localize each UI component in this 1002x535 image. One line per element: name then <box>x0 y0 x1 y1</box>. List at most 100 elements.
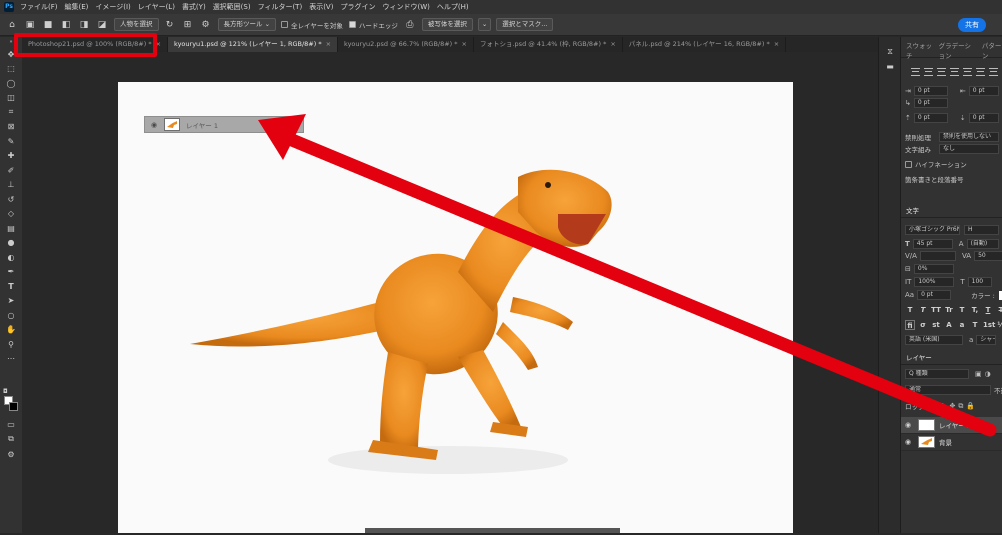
justify-all-icon[interactable] <box>989 68 998 76</box>
mojikumi-select[interactable]: なし <box>939 144 999 154</box>
brush-tool-icon[interactable]: ✐ <box>0 163 22 178</box>
lock-transparent-icon[interactable]: ⊞ <box>932 402 938 410</box>
close-icon[interactable]: × <box>610 37 615 52</box>
menu-view[interactable]: 表示(V) <box>309 2 333 12</box>
tab-layers[interactable]: レイヤー <box>906 352 932 362</box>
justify-last-left-icon[interactable] <box>950 68 959 76</box>
menu-edit[interactable]: 編集(E) <box>65 2 89 12</box>
new-selection-icon[interactable]: ■ <box>42 19 54 31</box>
content-icon[interactable]: ⚙ <box>0 447 22 462</box>
sample-icon[interactable]: ⊞ <box>182 19 194 31</box>
left-indent-field[interactable]: 0 pt <box>913 86 948 96</box>
print-icon[interactable]: ⎙ <box>404 19 416 31</box>
blend-mode-select[interactable]: 通常 <box>905 385 991 395</box>
home-icon[interactable]: ⌂ <box>6 19 18 31</box>
eye-icon[interactable]: ◉ <box>901 438 915 446</box>
small-caps-button[interactable]: Tr <box>944 305 954 315</box>
eyedropper-tool-icon[interactable]: ✎ <box>0 134 22 149</box>
tab-kyouryu2[interactable]: kyouryu2.psd @ 66.7% (RGB/8#) * × <box>338 37 474 52</box>
close-icon[interactable]: × <box>326 37 331 52</box>
font-size-field[interactable]: 45 pt <box>912 239 953 249</box>
horizontal-scrollbar[interactable] <box>365 528 620 533</box>
subscript-button[interactable]: T, <box>970 305 980 315</box>
path-select-tool-icon[interactable]: ➤ <box>0 294 22 309</box>
layer-filter-select[interactable]: Q 種類 <box>905 369 969 379</box>
layer-row-layer1[interactable]: ◉ レイヤー 1 <box>901 417 1002 434</box>
close-icon[interactable]: × <box>774 37 779 52</box>
fractions-icon[interactable]: ½ <box>996 320 1002 330</box>
justify-last-right-icon[interactable] <box>976 68 985 76</box>
discretionary-ligatures-icon[interactable]: st <box>931 320 941 330</box>
stylistic-alternates-icon[interactable]: a <box>957 320 967 330</box>
gradient-tool-icon[interactable]: ▤ <box>0 221 22 236</box>
baseline-shift-field[interactable]: 0 pt <box>917 290 952 300</box>
space-after-field[interactable]: 0 pt <box>968 113 999 123</box>
menu-select[interactable]: 選択範囲(S) <box>213 2 251 12</box>
contextual-alternates-icon[interactable]: σ <box>918 320 928 330</box>
frame-tool-icon[interactable]: ⊠ <box>0 120 22 135</box>
font-family-select[interactable]: 小塚ゴシック Pr6N <box>905 225 960 235</box>
stamp-tool-icon[interactable]: ⊥ <box>0 178 22 193</box>
align-center-icon[interactable] <box>924 68 933 76</box>
floating-layer-preview[interactable]: ◉ レイヤー 1 <box>144 116 304 133</box>
eye-icon[interactable]: ◉ <box>901 421 915 429</box>
select-person-button[interactable]: 人物を選択 <box>114 18 159 31</box>
selection-tool-icon[interactable]: ▣ <box>24 19 36 31</box>
underline-button[interactable]: T <box>983 305 993 315</box>
ordinals-icon[interactable]: 1st <box>983 320 995 330</box>
layer-row-background[interactable]: ◉ 背景 <box>901 434 1002 451</box>
menu-plugins[interactable]: プラグイン <box>340 2 375 12</box>
lock-all-icon[interactable]: 🔒 <box>966 402 975 410</box>
justify-last-center-icon[interactable] <box>963 68 972 76</box>
menu-help[interactable]: ヘルプ(H) <box>437 2 469 12</box>
gear-icon[interactable]: ⚙ <box>200 19 212 31</box>
add-selection-icon[interactable]: ◧ <box>60 19 72 31</box>
menu-file[interactable]: ファイル(F) <box>20 2 58 12</box>
menu-type[interactable]: 書式(Y) <box>182 2 206 12</box>
tab-kyouryu1[interactable]: kyouryu1.psd @ 121% (レイヤー 1, RGB/8#) * × <box>168 37 339 52</box>
zoom-tool-icon[interactable]: ⚲ <box>0 337 22 352</box>
default-colors-icon[interactable]: ◘ <box>3 388 8 395</box>
more-tools-icon[interactable]: ⋯ <box>0 352 22 367</box>
language-select[interactable]: 英語 (米国) <box>905 335 963 345</box>
comment-panel-icon[interactable]: ▬ <box>879 60 901 75</box>
tab-swatches[interactable]: スウォッチ <box>906 40 933 60</box>
mode-select[interactable]: 長方形ツール ⌄ <box>217 18 277 31</box>
lock-position-icon[interactable]: ✥ <box>950 402 956 410</box>
background-color-swatch[interactable] <box>9 402 18 411</box>
intersect-selection-icon[interactable]: ◪ <box>96 19 108 31</box>
dodge-tool-icon[interactable]: ◐ <box>0 250 22 265</box>
anti-alias-select[interactable]: シャー <box>976 335 997 345</box>
strikethrough-button[interactable]: T <box>996 305 1002 315</box>
filter-adjust-icon[interactable]: ◑ <box>985 370 991 378</box>
superscript-button[interactable]: T <box>957 305 967 315</box>
tab-character[interactable]: 文字 <box>906 205 919 215</box>
pen-tool-icon[interactable]: ✒ <box>0 265 22 280</box>
menu-filter[interactable]: フィルター(T) <box>258 2 303 12</box>
eraser-tool-icon[interactable]: ◇ <box>0 207 22 222</box>
healing-tool-icon[interactable]: ✚ <box>0 149 22 164</box>
leading-field[interactable]: (自動) <box>966 239 999 249</box>
tsume-field[interactable]: 0% <box>913 264 954 274</box>
faux-bold-button[interactable]: T <box>905 305 915 315</box>
horizontal-scale-field[interactable]: 100 <box>967 277 992 287</box>
lasso-tool-icon[interactable]: ◯ <box>0 76 22 91</box>
share-button[interactable]: 共有 <box>958 18 986 32</box>
vertical-scale-field[interactable]: 100% <box>914 277 955 287</box>
object-select-tool-icon[interactable]: ◫ <box>0 91 22 106</box>
align-left-icon[interactable] <box>911 68 920 76</box>
filter-pixel-icon[interactable]: ▣ <box>975 370 982 378</box>
history-panel-icon[interactable]: ⧖ <box>879 45 901 60</box>
select-subject-button[interactable]: 被写体を選択 <box>421 18 473 31</box>
type-tool-icon[interactable]: T <box>0 279 22 294</box>
ligature-icon[interactable]: fi <box>905 320 915 330</box>
menu-window[interactable]: ウィンドウ(W) <box>382 2 429 12</box>
close-icon[interactable]: × <box>462 37 467 52</box>
quick-mask-icon[interactable]: ▭ <box>0 417 22 432</box>
kerning-field[interactable] <box>919 251 956 261</box>
all-caps-button[interactable]: TT <box>931 305 941 315</box>
subtract-selection-icon[interactable]: ◨ <box>78 19 90 31</box>
hand-tool-icon[interactable]: ✋ <box>0 323 22 338</box>
history-brush-tool-icon[interactable]: ↺ <box>0 192 22 207</box>
menu-layer[interactable]: レイヤー(L) <box>138 2 175 12</box>
